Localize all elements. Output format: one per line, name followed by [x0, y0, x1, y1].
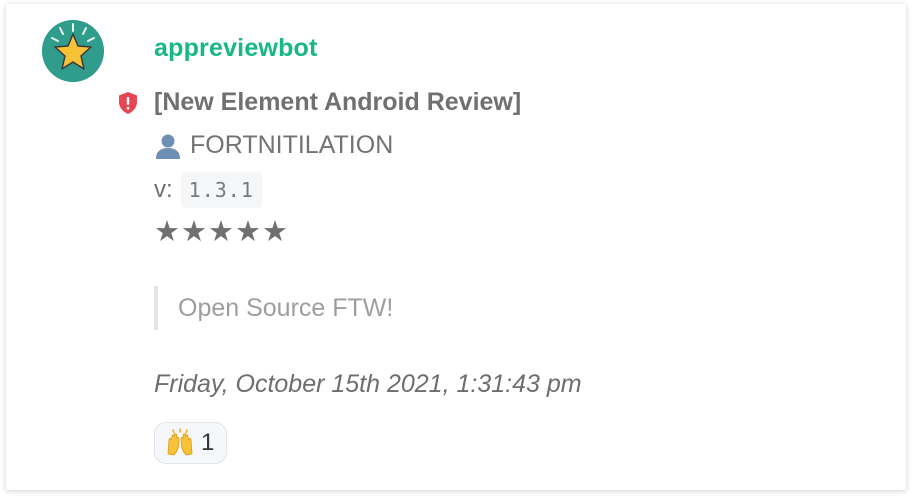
review-author: FORTNITILATION — [154, 131, 393, 160]
shield-alert-icon — [119, 92, 137, 114]
author-name: FORTNITILATION — [190, 131, 394, 159]
avatar[interactable] — [42, 20, 104, 82]
app-version: v: 1.3.1 — [154, 172, 262, 208]
star-rating: ★★★★★ — [154, 216, 289, 248]
reaction-pill[interactable]: 1 — [154, 422, 228, 464]
version-value: 1.3.1 — [180, 172, 262, 208]
person-icon — [156, 134, 180, 159]
message-card: appreviewbot [New Element Android Review… — [6, 4, 906, 490]
review-text: Open Source FTW! — [178, 293, 394, 322]
sender-name[interactable]: appreviewbot — [154, 34, 318, 63]
timestamp: Friday, October 15th 2021, 1:31:43 pm — [154, 370, 582, 398]
version-label: v: — [154, 176, 173, 203]
message-title: [New Element Android Review] — [154, 88, 522, 116]
reaction-count: 1 — [201, 429, 215, 456]
star-icon — [42, 20, 104, 82]
review-quote: Open Source FTW! — [154, 286, 393, 330]
raising-hands-icon — [167, 428, 193, 456]
